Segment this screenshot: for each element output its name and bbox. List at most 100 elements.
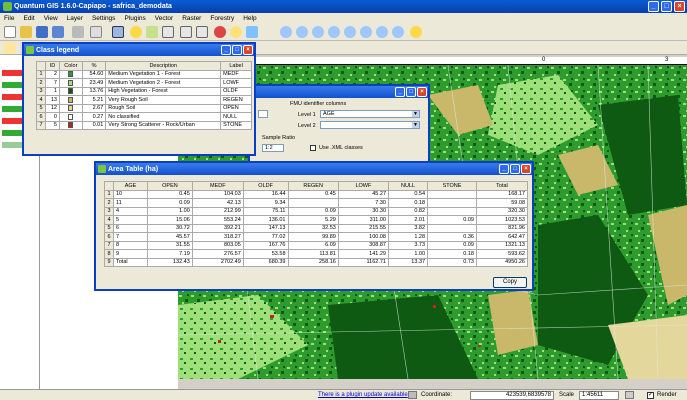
col-header[interactable]: ID	[45, 61, 60, 71]
measure-line-icon[interactable]	[180, 26, 192, 38]
col-header[interactable]: OPEN	[147, 181, 193, 191]
menu-plugins[interactable]: Plugins	[124, 15, 145, 22]
maximize-button[interactable]: □	[406, 87, 416, 97]
save-project-icon[interactable]	[36, 26, 48, 38]
class-color-swatch	[58, 69, 83, 79]
attribute-table-icon[interactable]	[162, 26, 174, 38]
table-row[interactable]: 5 6 30.72 392.21 147.13 32.53 215.55 3.82 821.96	[104, 223, 529, 233]
table-icon	[98, 165, 106, 173]
table-row[interactable]: 3 1 13.76 High Vegetation - Forest OLDF	[36, 86, 252, 96]
table-row[interactable]: 3 4 1.00 212.99 75.11 0.09 30.30 0.82 320.30	[104, 206, 529, 216]
minimize-button[interactable]: _	[395, 87, 405, 97]
col-header	[36, 61, 46, 71]
close-button[interactable]: ×	[417, 87, 427, 97]
sample-ratio-select[interactable]: 1:2	[262, 144, 284, 152]
menu-edit[interactable]: Edit	[23, 15, 34, 22]
close-button[interactable]: ×	[674, 1, 685, 12]
col-header[interactable]: NULL	[387, 181, 429, 191]
close-button[interactable]: ×	[521, 164, 531, 174]
minimize-button[interactable]: _	[221, 45, 231, 55]
col-header[interactable]: Color	[58, 61, 83, 71]
zoom-selection-icon[interactable]	[360, 26, 372, 38]
table-row[interactable]: 2 11 0.09 42.13 9.34 7.30 0.18 59.08	[104, 198, 529, 208]
zoom-out-icon[interactable]	[312, 26, 324, 38]
zoom-full-icon[interactable]	[328, 26, 340, 38]
print-icon[interactable]	[90, 26, 102, 38]
pan-icon[interactable]	[112, 26, 124, 38]
render-checkbox[interactable]: ✓	[647, 391, 654, 399]
zoom-next-icon[interactable]	[392, 26, 404, 38]
zoom-in-icon[interactable]	[296, 26, 308, 38]
edit-pencil-icon[interactable]	[4, 42, 16, 54]
copy-button[interactable]: Copy	[493, 277, 527, 288]
coordinate-toggle-icon[interactable]	[408, 391, 417, 399]
coordinate-field[interactable]: 423539,6839578	[470, 390, 554, 400]
chevron-down-icon: ▼	[412, 111, 419, 117]
table-cell: 0.45	[147, 189, 193, 199]
table-row[interactable]: 8 9 7.19 276.57 53.58 113.81 141.29 1.00 0.18 593…	[104, 249, 529, 259]
table-row[interactable]: 1 2 54.60 Medium Vegetation 1 - Forest MEDF	[36, 69, 252, 79]
menu-raster[interactable]: Raster	[182, 15, 201, 22]
zoom-layer-icon[interactable]	[344, 26, 356, 38]
level1-select[interactable]: AGE ▼	[320, 110, 420, 118]
table-row[interactable]: 7 5 0.01 Very Strong Scatterer - Rock/Urban…	[36, 120, 252, 130]
stop-render-icon[interactable]	[625, 391, 634, 399]
col-header[interactable]: STONE	[427, 181, 477, 191]
menu-view[interactable]: View	[44, 15, 58, 22]
print-composer-icon[interactable]	[72, 26, 84, 38]
map-tips-icon[interactable]	[214, 26, 226, 38]
col-header[interactable]: Total	[475, 181, 529, 191]
open-project-icon[interactable]	[20, 26, 32, 38]
table-row[interactable]: 1 10 0.45 104.03 16.44 0.45 45.27 0.54 168.17	[104, 189, 529, 199]
col-header[interactable]: LOWF	[337, 181, 390, 191]
refresh-map-icon[interactable]	[410, 26, 422, 38]
scale-field[interactable]: 1:45611	[579, 390, 619, 400]
plugin-update-link[interactable]: There is a plugin update available	[318, 392, 408, 398]
col-header[interactable]: %	[81, 61, 107, 71]
minimize-button[interactable]: _	[648, 1, 659, 12]
table-cell: 5	[112, 215, 149, 225]
table-row[interactable]: 7 8 31.55 803.05 167.76 6.09 308.87 3.73 0.09 132…	[104, 240, 529, 250]
table-row[interactable]: 4 5 15.06 553.24 136.01 5.29 311.00 2.01 0.09 102…	[104, 215, 529, 225]
menu-help[interactable]: Help	[243, 15, 256, 22]
col-header[interactable]: Label	[220, 61, 252, 71]
menu-layer[interactable]: Layer	[67, 15, 83, 22]
select-icon[interactable]	[146, 26, 158, 38]
maximize-button[interactable]: □	[510, 164, 520, 174]
col-header[interactable]: REGEN	[287, 181, 339, 191]
col-header[interactable]: Description	[105, 61, 222, 71]
table-row[interactable]: 6 0 0.27 No classified NULL	[36, 112, 252, 122]
maximize-button[interactable]: □	[232, 45, 242, 55]
use-xml-checkbox[interactable]	[310, 145, 316, 151]
close-button[interactable]: ×	[243, 45, 253, 55]
level2-select[interactable]: ▼	[320, 121, 420, 129]
menu-vector[interactable]: Vector	[155, 15, 173, 22]
table-row[interactable]: 9 Total 132.43 2702.49 680.39 258.16 1162.71 13…	[104, 257, 529, 267]
identify-icon[interactable]	[130, 26, 142, 38]
table-cell	[427, 189, 477, 199]
menu-file[interactable]: File	[4, 15, 14, 22]
minimize-button[interactable]: _	[499, 164, 509, 174]
table-cell: 0.09	[427, 240, 477, 250]
col-header[interactable]: OLDF	[242, 181, 289, 191]
left-combo-stub[interactable]	[258, 110, 268, 118]
menu-forestry[interactable]: Forestry	[210, 15, 234, 22]
measure-area-icon[interactable]	[196, 26, 208, 38]
table-cell: 320.30	[475, 206, 529, 216]
table-row[interactable]: 2 7 23.49 Medium Vegetation 2 - Forest LOWF	[36, 78, 252, 88]
level1-value: AGE	[323, 111, 335, 117]
class-color-swatch	[58, 112, 83, 122]
table-row[interactable]: 4 13 5.21 Very Rough Soil REGEN	[36, 95, 252, 105]
table-row[interactable]: 5 12 2.67 Rough Soil OPEN	[36, 103, 252, 113]
col-header[interactable]: MEDF	[191, 181, 244, 191]
save-as-icon[interactable]	[52, 26, 64, 38]
pan-map-icon[interactable]	[280, 26, 292, 38]
zoom-last-icon[interactable]	[376, 26, 388, 38]
col-header[interactable]: AGE	[112, 181, 149, 191]
maximize-button[interactable]: □	[661, 1, 672, 12]
menu-settings[interactable]: Settings	[92, 15, 116, 22]
refresh-icon[interactable]	[246, 26, 258, 38]
bookmark-icon[interactable]	[230, 26, 242, 38]
new-project-icon[interactable]	[4, 26, 16, 38]
table-row[interactable]: 6 7 45.57 318.27 77.02 99.89 100.08 1.28 0.36 642…	[104, 232, 529, 242]
